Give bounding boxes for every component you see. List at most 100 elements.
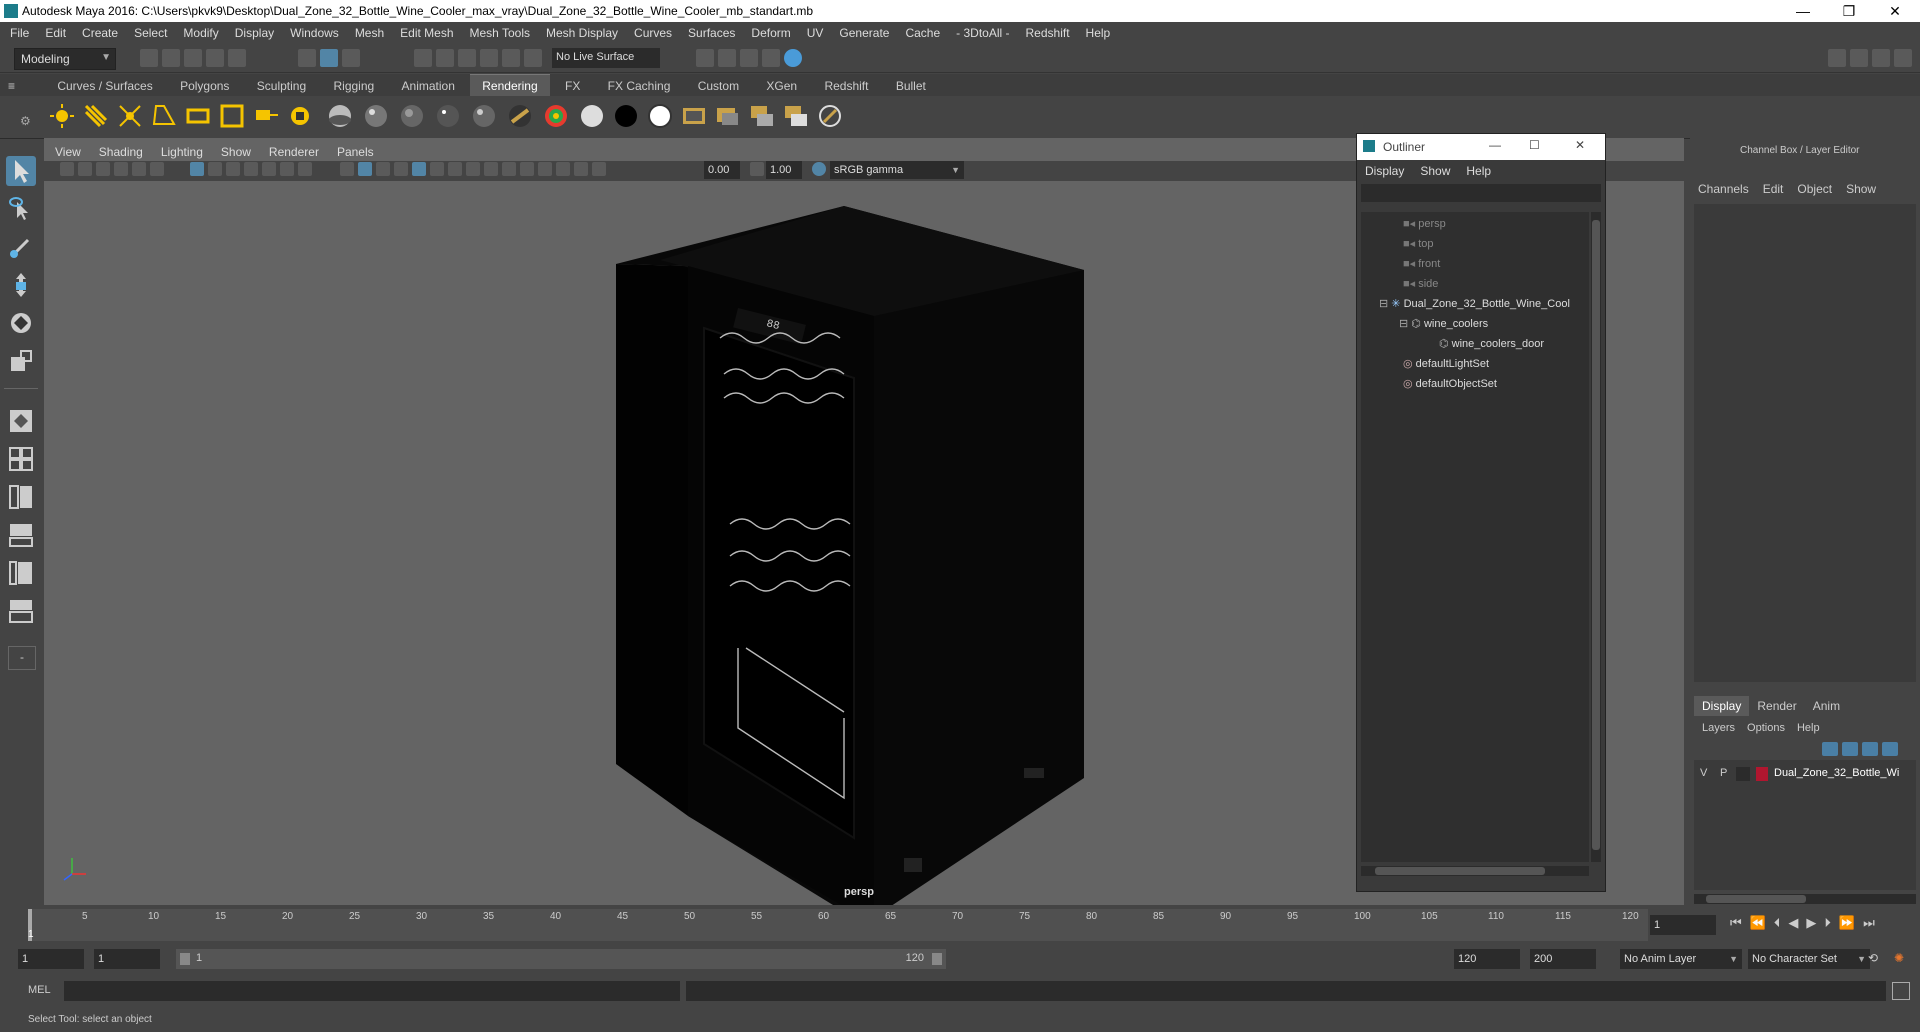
viewport-menu-view[interactable]: View — [46, 143, 90, 161]
ipr-render-icon[interactable] — [740, 49, 758, 67]
layer-row[interactable]: V P Dual_Zone_32_Bottle_Wi — [1694, 764, 1916, 784]
color-management-icon[interactable] — [812, 162, 826, 176]
image-plane-icon[interactable] — [114, 162, 128, 176]
menu-mesh-display[interactable]: Mesh Display — [538, 22, 626, 44]
ambient-light-icon[interactable] — [48, 102, 76, 130]
outliner-item-front[interactable]: ■◂ front — [1403, 254, 1440, 274]
move-layer-up-icon[interactable] — [1822, 742, 1838, 756]
menu-deform[interactable]: Deform — [743, 22, 798, 44]
step-forward-key-icon[interactable]: ⏩ — [1839, 915, 1855, 931]
menu-uv[interactable]: UV — [799, 22, 832, 44]
script-editor-icon[interactable] — [1892, 982, 1910, 1000]
render-frame-icon[interactable] — [718, 49, 736, 67]
collapse-icon[interactable]: ⊟ — [1379, 298, 1391, 310]
tab-redshift[interactable]: Redshift — [812, 75, 880, 97]
tab-fx-caching[interactable]: FX Caching — [596, 75, 683, 97]
outliner-minimize-button[interactable]: — — [1489, 138, 1501, 152]
viewport-menu-show[interactable]: Show — [212, 143, 260, 161]
menu-edit-mesh[interactable]: Edit Mesh — [392, 22, 461, 44]
move-layer-down-icon[interactable] — [1842, 742, 1858, 756]
tab-render-layers[interactable]: Render — [1749, 696, 1804, 716]
minimize-button[interactable]: — — [1780, 0, 1826, 22]
viewport-menu-shading[interactable]: Shading — [90, 143, 152, 161]
outliner-maximize-button[interactable]: ☐ — [1529, 138, 1540, 152]
exposure-icon[interactable] — [592, 162, 606, 176]
menu-mesh[interactable]: Mesh — [347, 22, 392, 44]
open-scene-icon[interactable] — [162, 49, 180, 67]
layout-more-button[interactable]: - — [8, 646, 36, 670]
time-slider[interactable]: 1 5 10 15 20 25 30 35 40 45 50 55 60 65 … — [0, 905, 1920, 945]
options-menu[interactable]: Options — [1747, 722, 1785, 734]
new-layer-icon[interactable] — [1862, 742, 1878, 756]
wireframe-icon[interactable] — [340, 162, 354, 176]
outliner-item-root-group[interactable]: ⊟ ✳ Dual_Zone_32_Bottle_Wine_Cool — [1379, 294, 1570, 314]
playback-start-field[interactable]: 1 — [94, 949, 160, 969]
lights-icon[interactable] — [430, 162, 444, 176]
wireframe-on-shaded-icon[interactable] — [376, 162, 390, 176]
tab-polygons[interactable]: Polygons — [168, 75, 241, 97]
shelf-menu-icon[interactable]: ≡ — [0, 75, 28, 97]
hypershade-icon[interactable] — [784, 49, 802, 67]
save-scene-icon[interactable] — [184, 49, 202, 67]
persp-outliner-layout-icon[interactable] — [6, 482, 36, 512]
antialias-icon[interactable] — [502, 162, 516, 176]
current-frame-field[interactable]: 1 — [1650, 915, 1716, 935]
outliner-search-input[interactable] — [1361, 184, 1601, 202]
outliner-item-default-light-set[interactable]: ◎ defaultLightSet — [1403, 354, 1489, 374]
magnet-icon[interactable] — [524, 49, 542, 67]
undo-icon[interactable] — [206, 49, 224, 67]
modeling-toolkit-icon[interactable] — [1828, 49, 1846, 67]
menu-modify[interactable]: Modify — [175, 22, 226, 44]
tab-rendering[interactable]: Rendering — [470, 74, 550, 97]
scale-tool-icon[interactable] — [6, 346, 36, 376]
camera-aim-icon[interactable] — [252, 102, 280, 130]
range-slider-end-handle[interactable] — [932, 953, 942, 965]
shadows-icon[interactable] — [448, 162, 462, 176]
channels-menu[interactable]: Channels — [1698, 182, 1749, 196]
outliner-item-side[interactable]: ■◂ side — [1403, 274, 1438, 294]
four-view-layout-icon[interactable] — [6, 444, 36, 474]
paint-select-tool-icon[interactable] — [6, 232, 36, 262]
tab-curves-surfaces[interactable]: Curves / Surfaces — [45, 75, 164, 97]
menu-redshift[interactable]: Redshift — [1018, 22, 1078, 44]
xray-icon[interactable] — [394, 162, 408, 176]
gate-mask-icon[interactable] — [244, 162, 258, 176]
viewport-menu-renderer[interactable]: Renderer — [260, 143, 328, 161]
gamma-field[interactable]: 1.00 — [766, 161, 802, 179]
xray-active-icon[interactable] — [574, 162, 588, 176]
tab-custom[interactable]: Custom — [686, 75, 751, 97]
menu-curves[interactable]: Curves — [626, 22, 680, 44]
new-scene-icon[interactable] — [140, 49, 158, 67]
menu-display[interactable]: Display — [227, 22, 282, 44]
shelf-options-icon[interactable]: ⚙ — [20, 114, 31, 128]
step-back-key-icon[interactable]: ⏪ — [1750, 915, 1766, 931]
collapse-icon[interactable]: ⊟ — [1399, 318, 1411, 330]
menu-edit[interactable]: Edit — [37, 22, 74, 44]
viewport-menu-lighting[interactable]: Lighting — [152, 143, 212, 161]
range-slider-start-handle[interactable] — [180, 953, 190, 965]
outliner-menu-help[interactable]: Help — [1466, 164, 1491, 178]
camera-icon[interactable] — [286, 102, 314, 130]
isolate-select-icon[interactable] — [538, 162, 552, 176]
go-to-end-icon[interactable]: ⏭ — [1863, 915, 1875, 931]
play-backwards-icon[interactable]: ◀ — [1788, 915, 1798, 931]
custom-layout-icon[interactable] — [6, 596, 36, 626]
xray-joints-icon[interactable] — [556, 162, 570, 176]
batch-render-icon[interactable] — [782, 102, 810, 130]
live-surface-field[interactable]: No Live Surface — [552, 48, 660, 68]
render-view-icon[interactable] — [762, 49, 780, 67]
menu-surfaces[interactable]: Surfaces — [680, 22, 743, 44]
menu-file[interactable]: File — [2, 22, 37, 44]
outliner-item-default-object-set[interactable]: ◎ defaultObjectSet — [1403, 374, 1497, 394]
help-menu[interactable]: Help — [1797, 722, 1820, 734]
layer-reference-toggle[interactable] — [1736, 767, 1750, 781]
range-slider[interactable]: 1 120 — [176, 949, 946, 969]
surface-shader-white-icon[interactable] — [578, 102, 606, 130]
menu-mesh-tools[interactable]: Mesh Tools — [462, 22, 538, 44]
viewport-menu-panels[interactable]: Panels — [328, 143, 383, 161]
textured-icon[interactable] — [412, 162, 426, 176]
new-layer-selected-icon[interactable] — [1882, 742, 1898, 756]
ramp-shader-icon[interactable] — [542, 102, 570, 130]
mode-dropdown[interactable]: Modeling ▼ — [14, 48, 116, 70]
grid-icon[interactable] — [190, 162, 204, 176]
